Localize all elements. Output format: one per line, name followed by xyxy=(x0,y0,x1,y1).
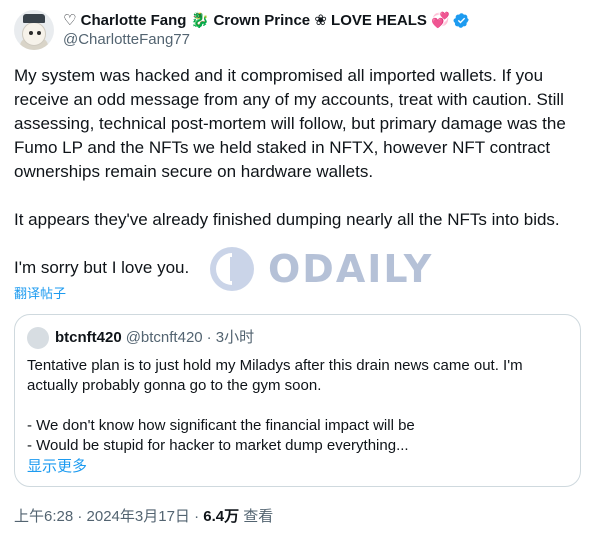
quoted-line: - We don't know how significant the fina… xyxy=(27,417,415,434)
post-timestamp[interactable]: 上午6:28 · 2024年3月17日 · xyxy=(14,508,203,525)
tweet-meta: 上午6:28 · 2024年3月17日 · 6.4万 查看 xyxy=(14,505,273,526)
tweet-header: ♡ Charlotte Fang 🐉 Crown Prince ❀ LOVE H… xyxy=(14,8,581,52)
quoted-time: · 3小时 xyxy=(206,329,255,346)
tweet-paragraph: It appears they've already finished dump… xyxy=(14,210,560,229)
quoted-tweet-text: Tentative plan is to just hold my Milady… xyxy=(27,356,567,456)
verified-badge-icon xyxy=(453,13,469,28)
views-label: 查看 xyxy=(239,508,274,525)
quoted-spacer xyxy=(27,396,567,416)
avatar-eye xyxy=(37,31,41,35)
tweet-paragraph: My system was hacked and it compromised … xyxy=(14,66,566,181)
quoted-handle: @btcnft420 xyxy=(125,329,203,346)
translate-post-link[interactable]: 翻译帖子 xyxy=(14,283,66,302)
quoted-line: - Would be stupid for hacker to market d… xyxy=(27,437,409,454)
quoted-line: Tentative plan is to just hold my Milady… xyxy=(27,357,523,394)
view-count: 6.4万 xyxy=(203,508,240,525)
avatar-hat xyxy=(23,14,45,23)
quoted-tweet[interactable]: btcnft420 @btcnft420 · 3小时 Tentative pla… xyxy=(14,314,581,487)
odaily-logo-icon xyxy=(210,247,254,291)
avatar-eye xyxy=(29,31,33,35)
author-names: ♡ Charlotte Fang 🐉 Crown Prince ❀ LOVE H… xyxy=(63,11,470,49)
watermark-text: ODAILY xyxy=(268,247,434,291)
display-name-row: ♡ Charlotte Fang 🐉 Crown Prince ❀ LOVE H… xyxy=(63,11,470,30)
quoted-avatar xyxy=(27,327,49,349)
quoted-display-name: btcnft420 xyxy=(55,329,122,346)
author-display-name[interactable]: ♡ Charlotte Fang 🐉 Crown Prince ❀ LOVE H… xyxy=(63,11,450,30)
author-handle[interactable]: @CharlotteFang77 xyxy=(63,30,470,49)
show-more-link[interactable]: 显示更多 xyxy=(27,455,87,476)
watermark: ODAILY xyxy=(208,245,433,293)
avatar-face xyxy=(22,22,46,46)
avatar[interactable] xyxy=(14,10,54,50)
quoted-tweet-header: btcnft420 @btcnft420 · 3小时 xyxy=(27,327,254,349)
